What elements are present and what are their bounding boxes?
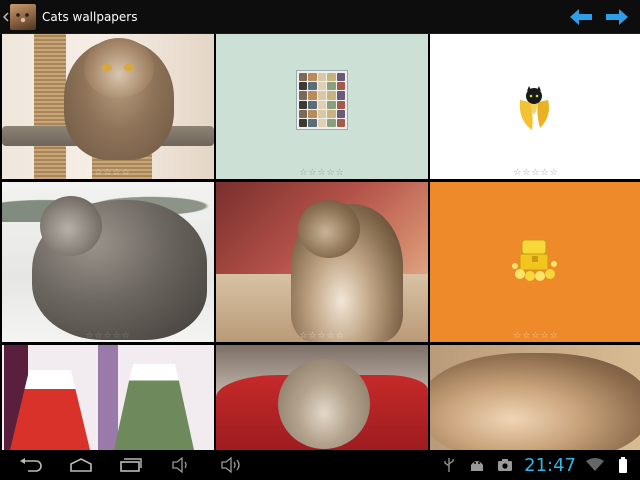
collage-cell (299, 118, 308, 127)
cat-eye (102, 64, 112, 71)
wallpaper-thumbnail[interactable]: ☆☆☆☆☆ (216, 34, 428, 179)
star-rating[interactable]: ☆☆☆☆☆ (513, 168, 558, 178)
arrow-left-icon[interactable] (570, 8, 592, 26)
collage-cell (308, 118, 317, 127)
system-bar: 21:47 (0, 450, 640, 480)
star-rating[interactable]: ☆☆☆☆☆ (85, 168, 130, 178)
wallpaper-thumbnail[interactable]: ☆☆☆☆☆ (430, 182, 640, 342)
back-caret-icon[interactable] (2, 0, 10, 34)
collage-cell (299, 73, 308, 82)
star-rating[interactable]: ☆☆☆☆☆ (299, 168, 344, 178)
collage-cell (327, 118, 336, 127)
collage-cell (336, 73, 345, 82)
collage-cell (336, 100, 345, 109)
collage-cell (308, 100, 317, 109)
volume-up-icon[interactable] (206, 450, 256, 480)
cat-collage (296, 70, 348, 130)
wallpaper-thumbnail[interactable] (2, 345, 214, 450)
android-debug-icon (468, 456, 486, 474)
collage-cell (308, 91, 317, 100)
collage-cell (317, 91, 327, 100)
navigation-buttons (6, 450, 256, 480)
battery-icon (614, 456, 632, 474)
cat-face-icon[interactable] (10, 3, 36, 30)
collage-cell (336, 109, 345, 118)
arrow-right-icon[interactable] (606, 8, 628, 26)
anime-girl-green (114, 345, 194, 450)
star-rating[interactable]: ☆☆☆☆☆ (299, 331, 344, 341)
collage-cell (317, 109, 327, 118)
anime-hair (98, 345, 118, 450)
cat-head (298, 200, 360, 258)
star-rating[interactable]: ☆☆☆☆☆ (85, 331, 130, 341)
usb-icon (440, 456, 458, 474)
treasure-chest-illustration (512, 239, 557, 281)
collage-cell (308, 82, 317, 91)
cat-head (40, 196, 102, 256)
collage-cell (317, 118, 327, 127)
collage-cell (327, 100, 336, 109)
cat-head (84, 38, 154, 98)
wallpaper-thumbnail[interactable]: ☆☆☆☆☆ (430, 34, 640, 179)
home-icon[interactable] (56, 450, 106, 480)
recent-apps-icon[interactable] (106, 450, 156, 480)
collage-cell (327, 109, 336, 118)
wallpaper-thumbnail[interactable]: ☆☆☆☆☆ (216, 182, 428, 342)
collage-cell (299, 91, 308, 100)
collage-cell (336, 91, 345, 100)
collage-cell (317, 82, 327, 91)
volume-down-icon[interactable] (156, 450, 206, 480)
collage-cell (308, 73, 317, 82)
pager-arrows (570, 8, 628, 26)
cat-body (278, 359, 370, 449)
collage-cell (336, 118, 345, 127)
collage-cell (317, 73, 327, 82)
wallpaper-thumbnail[interactable]: ☆☆☆☆☆ (2, 182, 214, 342)
cat-eye (124, 64, 134, 71)
clock[interactable]: 21:47 (524, 455, 576, 476)
back-icon[interactable] (6, 450, 56, 480)
star-rating[interactable]: ☆☆☆☆☆ (513, 331, 558, 341)
wallpaper-thumbnail[interactable] (216, 345, 428, 450)
collage-cell (308, 109, 317, 118)
wallpaper-thumbnail[interactable] (430, 345, 640, 450)
collage-cell (336, 82, 345, 91)
scratching-post (34, 34, 66, 179)
banana-cat-illustration (519, 86, 549, 130)
wifi-icon (586, 456, 604, 474)
collage-cell (299, 100, 308, 109)
sleeping-cat (430, 353, 640, 450)
screenshot-icon (496, 456, 514, 474)
wallpaper-thumbnail[interactable]: ☆☆☆☆☆ (2, 34, 214, 179)
collage-cell (327, 82, 336, 91)
collage-cell (317, 100, 327, 109)
collage-cell (327, 73, 336, 82)
collage-cell (299, 109, 308, 118)
collage-cell (299, 82, 308, 91)
app-title: Cats wallpapers (42, 9, 138, 24)
collage-cell (327, 91, 336, 100)
status-area: 21:47 (440, 455, 632, 476)
action-bar: Cats wallpapers (0, 0, 640, 34)
wallpaper-grid: ☆☆☆☆☆ ☆☆☆☆☆ ☆☆☆☆☆ ☆☆☆☆☆ ☆☆☆☆☆ ☆☆☆☆☆ (0, 34, 640, 450)
